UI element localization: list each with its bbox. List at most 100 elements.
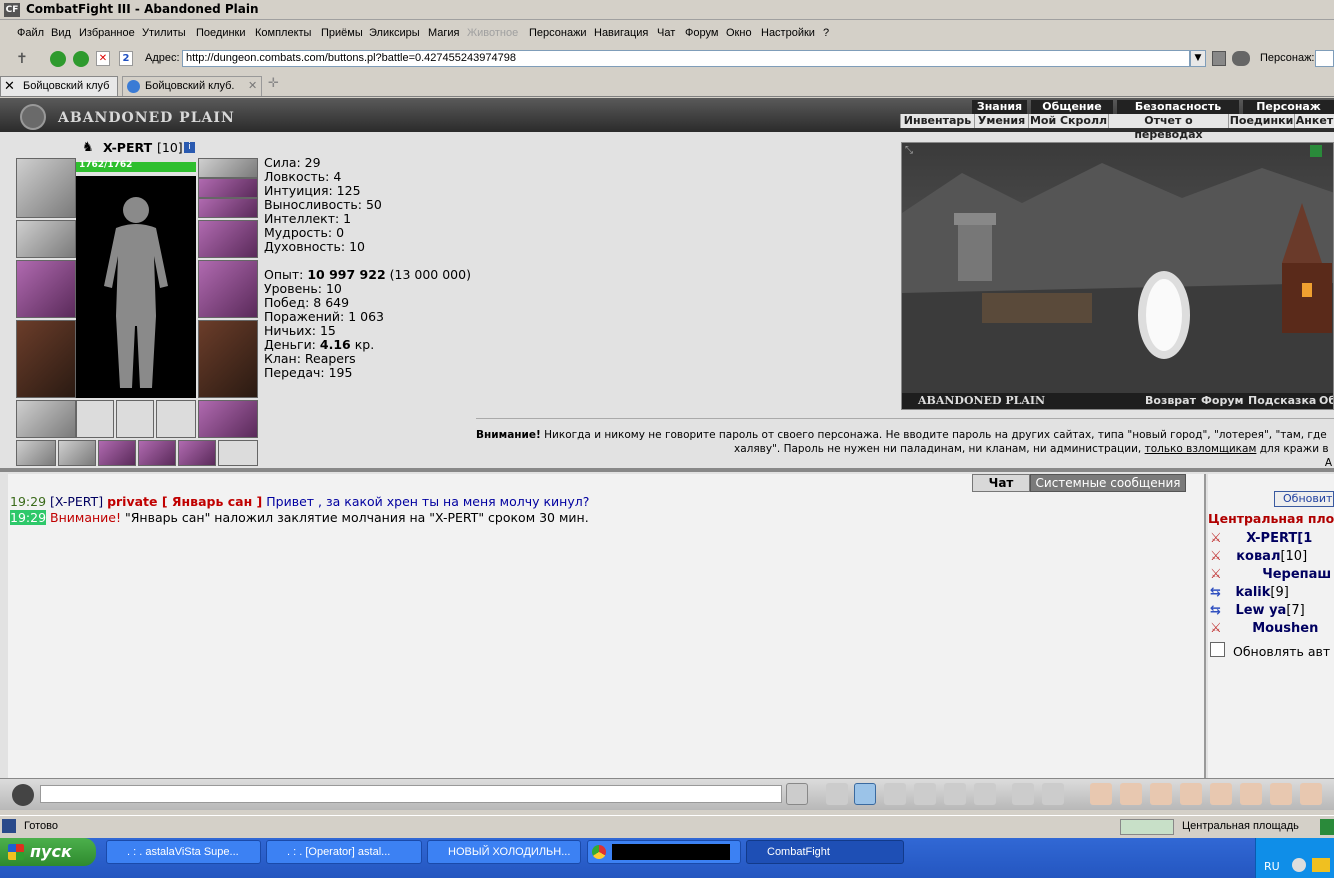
- hackers-link[interactable]: только взломщикам: [1145, 443, 1257, 455]
- scroll-slot-4[interactable]: [138, 440, 176, 466]
- fighter-icon[interactable]: [914, 783, 936, 805]
- ring-slot-3[interactable]: [156, 400, 196, 438]
- clock-icon[interactable]: [1292, 858, 1306, 872]
- sync-icon[interactable]: [1320, 819, 1334, 835]
- menu-utilities[interactable]: Утилиты: [142, 27, 186, 39]
- menu-settings[interactable]: Настройки: [761, 27, 815, 39]
- task-astalavista[interactable]: . : . astalaViSta Supe...: [106, 840, 261, 864]
- nav-character[interactable]: Персонаж: [1243, 100, 1334, 114]
- task-holodilnik[interactable]: НОВЫЙ ХОЛОДИЛЬН...: [427, 840, 581, 864]
- filter-icon[interactable]: [854, 783, 876, 805]
- bracers-slot[interactable]: [16, 220, 76, 258]
- menu-sets[interactable]: Комплекты: [255, 27, 311, 39]
- helmet-icon[interactable]: [1042, 783, 1064, 805]
- menu-view[interactable]: Вид: [51, 27, 71, 39]
- character-input[interactable]: [1315, 50, 1334, 67]
- refresh-button[interactable]: Обновить: [1274, 491, 1334, 507]
- tab-second[interactable]: Бойцовский клуб. ✕: [122, 76, 262, 96]
- link-return[interactable]: Возврат: [1145, 394, 1196, 407]
- expand-icon[interactable]: ⤡: [905, 145, 913, 156]
- tab-chat[interactable]: Чат: [972, 474, 1030, 492]
- group-icon[interactable]: [1270, 783, 1292, 805]
- translit-icon[interactable]: [944, 783, 966, 805]
- bottle-icon[interactable]: [1090, 783, 1112, 805]
- smiley-icon[interactable]: [1012, 783, 1034, 805]
- scroll-slot-1[interactable]: [16, 440, 56, 466]
- send-icon[interactable]: [786, 783, 808, 805]
- map-icon[interactable]: [1310, 145, 1322, 157]
- belt-slot[interactable]: [16, 400, 76, 438]
- task-chrome[interactable]: [587, 840, 741, 864]
- nav-profile[interactable]: Анкет: [1294, 114, 1334, 128]
- weapon-right-slot[interactable]: [198, 260, 258, 318]
- amulet-slot[interactable]: [198, 178, 258, 198]
- stop-icon[interactable]: ✕: [96, 51, 110, 66]
- menu-navigation[interactable]: Навигация: [594, 27, 648, 39]
- menu-elixirs[interactable]: Эликсиры: [369, 27, 420, 39]
- nav-security[interactable]: Безопасность: [1117, 100, 1239, 114]
- menu-file[interactable]: Файл: [17, 27, 44, 39]
- mask-icon[interactable]: [1120, 783, 1142, 805]
- scroll-slot-3[interactable]: [98, 440, 136, 466]
- chevron-down-icon[interactable]: ▼: [1190, 50, 1206, 67]
- earrings-slot[interactable]: [198, 158, 258, 178]
- nav-duels[interactable]: Поединки: [1228, 114, 1294, 128]
- rings-row-slot[interactable]: [198, 198, 258, 218]
- nav-transfers-report[interactable]: Отчет о переводах: [1108, 114, 1228, 141]
- link-forum[interactable]: Форум: [1201, 394, 1244, 407]
- boots-slot[interactable]: [198, 400, 258, 438]
- link-hint[interactable]: Подсказка: [1248, 394, 1316, 407]
- flag-icon[interactable]: [1300, 783, 1322, 805]
- scroll-slot-5[interactable]: [178, 440, 216, 466]
- back-icon[interactable]: [50, 51, 66, 67]
- ring-slot-2[interactable]: [116, 400, 154, 438]
- nav-my-scroll[interactable]: Мой Скролл: [1028, 114, 1108, 128]
- guild-icon[interactable]: [1180, 783, 1202, 805]
- weapon-left-slot[interactable]: [16, 260, 76, 318]
- menu-help[interactable]: ?: [823, 27, 829, 39]
- tab-system-messages[interactable]: Системные сообщения: [1030, 474, 1186, 492]
- nav-knowledge[interactable]: Знания: [972, 100, 1027, 114]
- location-scene[interactable]: ⤡ ABANDONED PLAIN Возврат Форум Подсказк…: [901, 142, 1334, 410]
- pin-icon[interactable]: ✝: [16, 51, 28, 67]
- refresh-icon[interactable]: 2: [119, 51, 133, 66]
- nav-communication[interactable]: Общение: [1031, 100, 1113, 114]
- scroll-icon[interactable]: [1150, 783, 1172, 805]
- autorefresh-checkbox[interactable]: [1210, 642, 1225, 657]
- menu-techniques[interactable]: Приёмы: [321, 27, 363, 39]
- close-icon[interactable]: ✕: [248, 77, 257, 96]
- info-icon[interactable]: i: [184, 142, 195, 153]
- list-item[interactable]: ⇆ Lew ya[7]: [1210, 602, 1331, 620]
- list-item[interactable]: ⚔ Черепаш: [1210, 566, 1331, 584]
- menu-favorites[interactable]: Избранное: [79, 27, 135, 39]
- close-icon[interactable]: ✕: [4, 76, 15, 95]
- bag-icon[interactable]: [1210, 783, 1232, 805]
- scroll-slot-2[interactable]: [58, 440, 96, 466]
- sound-icon[interactable]: [974, 783, 996, 805]
- list-item[interactable]: ⚔ ковал[10]: [1210, 548, 1331, 566]
- pants-slot[interactable]: [198, 320, 258, 398]
- status-icons[interactable]: [1120, 819, 1174, 835]
- building-icon[interactable]: [1240, 783, 1262, 805]
- nav-inventory[interactable]: Инвентарь: [900, 114, 974, 128]
- menu-duels[interactable]: Поединки: [196, 27, 246, 39]
- armor-slot[interactable]: [16, 320, 76, 398]
- start-button[interactable]: пуск: [0, 838, 96, 866]
- helmet-slot[interactable]: [16, 158, 76, 218]
- save-icon[interactable]: [884, 783, 906, 805]
- forward-icon[interactable]: [73, 51, 89, 67]
- menu-chat[interactable]: Чат: [657, 27, 675, 39]
- menu-forum[interactable]: Форум: [685, 27, 718, 39]
- gloves-slot[interactable]: [198, 220, 258, 258]
- chat-input[interactable]: [40, 785, 782, 803]
- chat-sender[interactable]: [X-PERT]: [50, 494, 103, 509]
- ring-slot-1[interactable]: [76, 400, 114, 438]
- scroll-slot-6[interactable]: [218, 440, 258, 466]
- link-about[interactable]: Об: [1319, 394, 1333, 407]
- task-operator[interactable]: . : . [Operator] astal...: [266, 840, 422, 864]
- people-icon[interactable]: [1232, 51, 1250, 66]
- smile-menu-icon[interactable]: [12, 784, 34, 806]
- tray-icon[interactable]: [1312, 858, 1330, 872]
- address-input[interactable]: http://dungeon.combats.com/buttons.pl?ba…: [182, 50, 1190, 67]
- list-item[interactable]: ⚔ Moushen: [1210, 620, 1331, 638]
